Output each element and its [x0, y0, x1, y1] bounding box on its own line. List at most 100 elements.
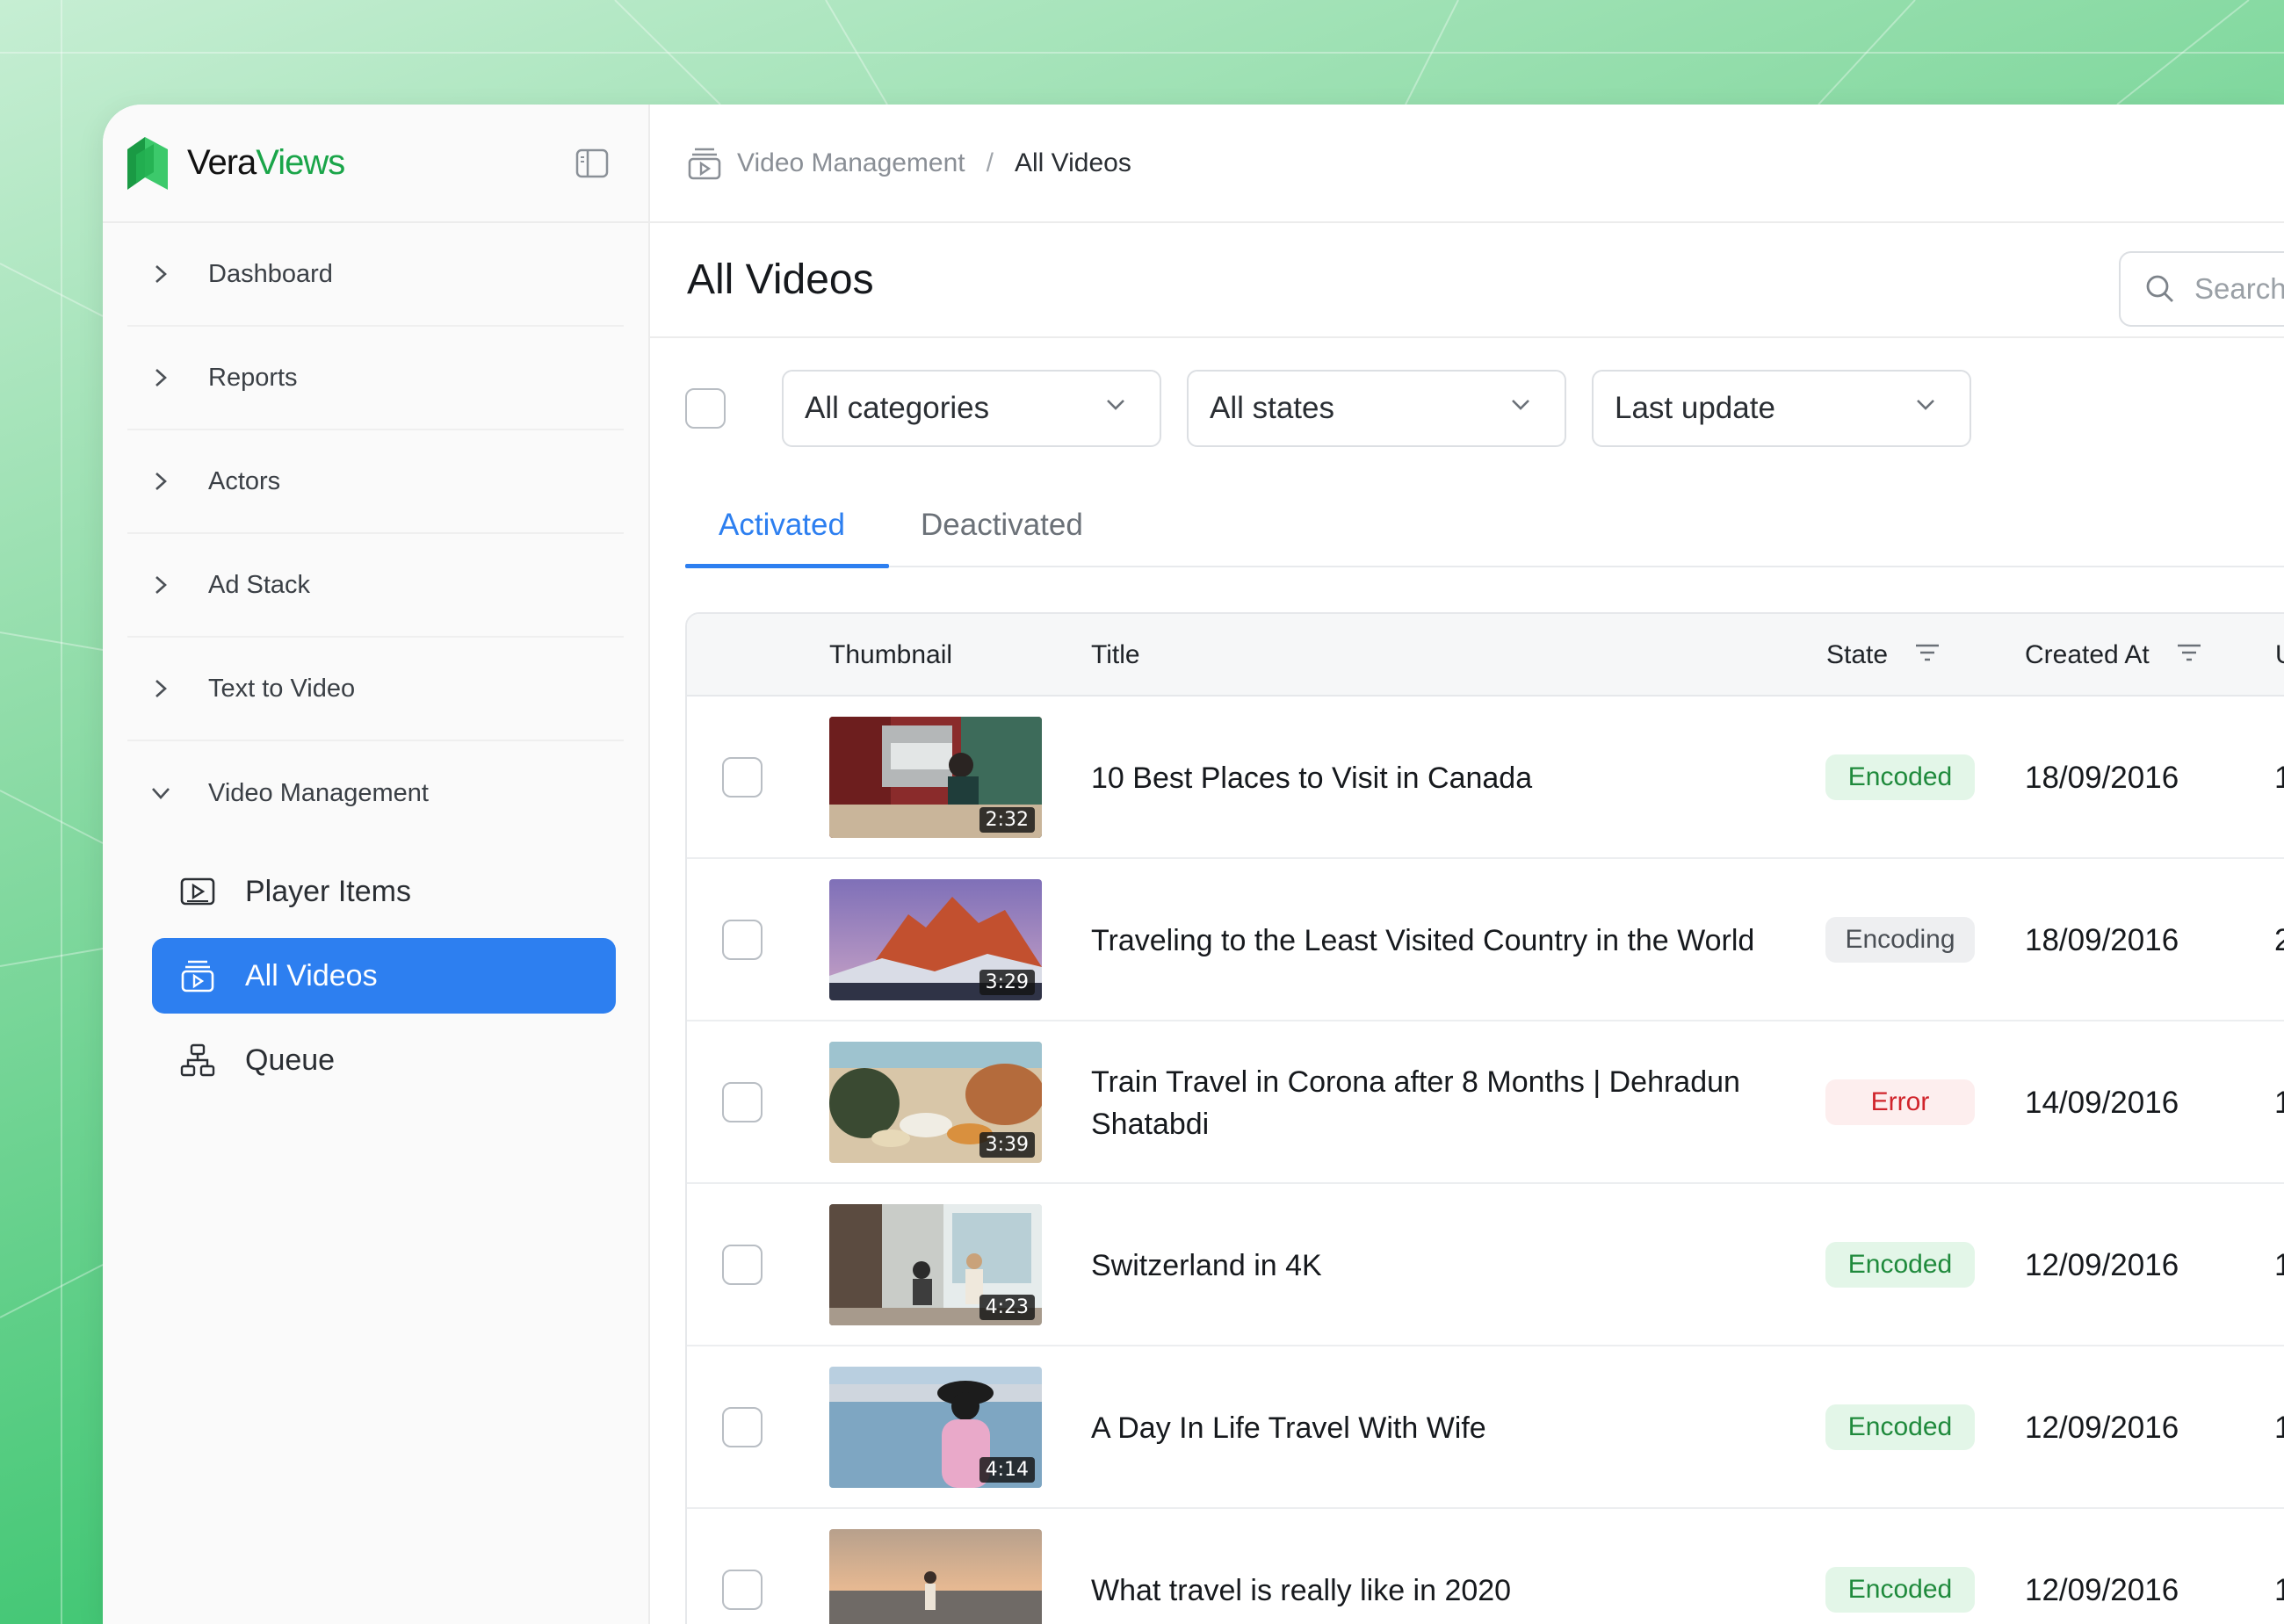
created-date: 12/09/2016 [2025, 1410, 2179, 1445]
sidebar: VeraViews Dashboard Reports Actors Ad St… [103, 105, 650, 1624]
sidebar-item-label: Dashboard [208, 259, 333, 288]
chevron-right-icon [140, 574, 182, 595]
filter-bar: All categories All states Last update [650, 338, 2284, 483]
video-thumbnail[interactable]: 2:32 [829, 717, 1042, 838]
sidebar-item-video-management[interactable]: Video Management [127, 741, 624, 845]
table-row[interactable]: 4:23 Switzerland in 4K Encoded 12/09/201… [687, 1184, 2284, 1346]
video-stack-icon [180, 958, 215, 993]
chevron-right-icon [140, 367, 182, 388]
column-header-updated-partial: U [2275, 614, 2284, 697]
video-title[interactable]: 10 Best Places to Visit in Canada [1091, 697, 1759, 859]
video-title[interactable]: A Day In Life Travel With Wife [1091, 1346, 1759, 1509]
sidebar-item-label: Actors [208, 466, 281, 495]
updated-partial-value: 2 [2274, 859, 2284, 1021]
player-icon [180, 874, 215, 909]
updated-partial-value: 1 [2274, 1509, 2284, 1624]
created-date: 12/09/2016 [2025, 1572, 2179, 1607]
page-header: All Videos [650, 223, 2284, 338]
sidebar-subitem-all-videos[interactable]: All Videos [152, 938, 616, 1014]
sort-select[interactable]: Last update [1592, 370, 1971, 447]
row-checkbox[interactable] [722, 1245, 763, 1285]
app-window: VeraViews Dashboard Reports Actors Ad St… [103, 105, 2284, 1624]
breadcrumb-parent-link[interactable]: Video Management [737, 148, 965, 178]
sidebar-item-text-to-video[interactable]: Text to Video [127, 638, 624, 741]
category-select[interactable]: All categories [782, 370, 1161, 447]
breadcrumb-separator: / [986, 148, 994, 177]
video-stack-icon [688, 148, 721, 179]
chevron-down-icon [1917, 400, 1934, 410]
table-row[interactable]: What travel is really like in 2020 Encod… [687, 1509, 2284, 1624]
sidebar-subitem-label: Player Items [245, 874, 411, 908]
category-select-value: All categories [805, 391, 990, 425]
row-checkbox[interactable] [722, 1407, 763, 1447]
sidebar-item-label: Video Management [208, 778, 429, 807]
row-checkbox[interactable] [722, 920, 763, 960]
updated-partial-value: 1 [2274, 1346, 2284, 1509]
chevron-right-icon [140, 471, 182, 492]
sidebar-subitem-label: Queue [245, 1043, 336, 1077]
sidebar-item-reports[interactable]: Reports [127, 327, 624, 430]
updated-partial-value: 1 [2274, 1184, 2284, 1346]
search-box[interactable] [2119, 251, 2284, 327]
column-header-state: State [1826, 614, 1941, 697]
sidebar-subitem-player-items[interactable]: Player Items [152, 854, 616, 929]
table-row[interactable]: 2:32 10 Best Places to Visit in Canada E… [687, 697, 2284, 859]
row-checkbox[interactable] [722, 1082, 763, 1122]
page-title: All Videos [687, 256, 874, 303]
video-title[interactable]: Switzerland in 4K [1091, 1184, 1759, 1346]
search-input[interactable] [2194, 272, 2284, 306]
state-select-value: All states [1210, 391, 1334, 425]
status-badge: Error [1825, 1079, 1975, 1125]
video-thumbnail[interactable] [829, 1529, 1042, 1624]
table-row[interactable]: 3:39 Train Travel in Corona after 8 Mont… [687, 1021, 2284, 1184]
column-header-thumbnail: Thumbnail [829, 640, 953, 669]
brand-name: VeraViews [187, 143, 345, 182]
tab-activated[interactable]: Activated [719, 483, 845, 567]
state-select[interactable]: All states [1187, 370, 1566, 447]
sidebar-item-label: Text to Video [208, 674, 356, 703]
table-header: Thumbnail Title State Created At U [687, 614, 2284, 697]
sidebar-toggle-button[interactable] [575, 147, 610, 180]
sidebar-item-actors[interactable]: Actors [127, 430, 624, 534]
status-badge: Encoded [1825, 754, 1975, 800]
video-management-submenu: Player Items All Videos Queue [103, 845, 648, 1098]
video-title[interactable]: Train Travel in Corona after 8 Months | … [1091, 1021, 1759, 1184]
breadcrumb: Video Management / All Videos [688, 147, 1131, 180]
row-checkbox[interactable] [722, 1570, 763, 1610]
video-title[interactable]: What travel is really like in 2020 [1091, 1509, 1759, 1624]
video-duration: 4:23 [979, 1295, 1035, 1320]
filter-icon[interactable] [1914, 640, 1941, 670]
chevron-right-icon [140, 678, 182, 699]
table-row[interactable]: 4:14 A Day In Life Travel With Wife Enco… [687, 1346, 2284, 1509]
created-date: 14/09/2016 [2025, 1085, 2179, 1120]
sort-select-value: Last update [1615, 391, 1775, 425]
updated-partial-value: 1 [2274, 1021, 2284, 1184]
sidebar-item-dashboard[interactable]: Dashboard [127, 223, 624, 327]
status-badge: Encoding [1825, 917, 1975, 963]
video-thumbnail[interactable]: 4:14 [829, 1367, 1042, 1488]
video-title[interactable]: Traveling to the Least Visited Country i… [1091, 859, 1759, 1021]
chevron-down-icon [1512, 400, 1529, 410]
video-thumbnail[interactable]: 4:23 [829, 1204, 1042, 1325]
sidebar-subitem-queue[interactable]: Queue [152, 1022, 616, 1098]
filter-icon[interactable] [2176, 640, 2202, 670]
sidebar-item-ad-stack[interactable]: Ad Stack [127, 534, 624, 638]
videos-table: Thumbnail Title State Created At U [685, 612, 2284, 1624]
created-date: 18/09/2016 [2025, 760, 2179, 795]
hierarchy-icon [180, 1043, 215, 1078]
table-row[interactable]: 3:29 Traveling to the Least Visited Coun… [687, 859, 2284, 1021]
sidebar-subitem-label: All Videos [245, 958, 378, 992]
status-tabs: Activated Deactivated [685, 483, 2284, 568]
sidebar-item-label: Ad Stack [208, 570, 311, 599]
select-all-checkbox[interactable] [685, 388, 726, 429]
active-tab-indicator [685, 564, 889, 568]
video-duration: 3:29 [979, 970, 1035, 995]
video-thumbnail[interactable]: 3:29 [829, 879, 1042, 1000]
column-header-created-at: Created At [2025, 614, 2202, 697]
chevron-down-icon [1107, 400, 1124, 410]
row-checkbox[interactable] [722, 757, 763, 798]
column-header-title: Title [1091, 640, 1140, 669]
video-thumbnail[interactable]: 3:39 [829, 1042, 1042, 1163]
breadcrumb-current: All Videos [1014, 148, 1131, 177]
tab-deactivated[interactable]: Deactivated [921, 483, 1083, 567]
